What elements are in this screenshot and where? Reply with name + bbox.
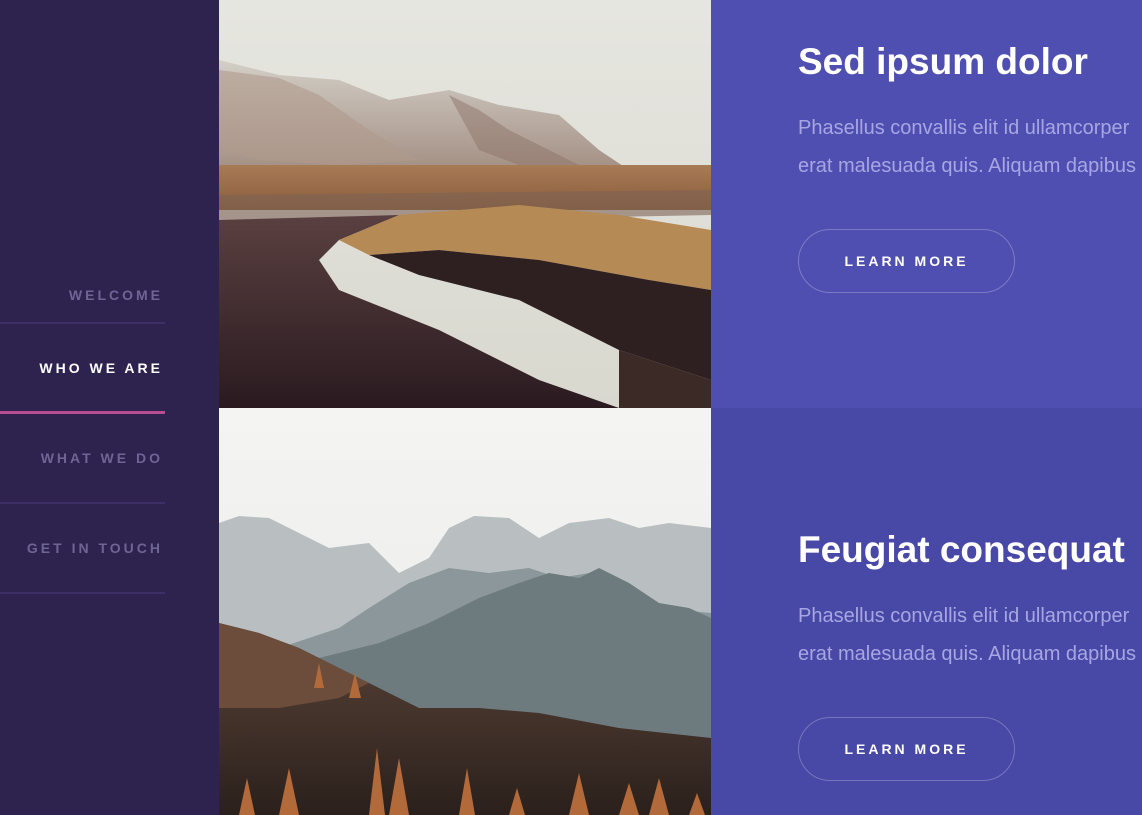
nav-item-label: GET IN TOUCH — [26, 540, 163, 556]
learn-more-button[interactable]: LEARN MORE — [798, 717, 1015, 781]
button-label: LEARN MORE — [844, 741, 969, 757]
sidebar: WELCOME WHO WE ARE WHAT WE DO GET IN TOU… — [0, 0, 219, 815]
button-label: LEARN MORE — [844, 253, 969, 269]
feature-content: Sed ipsum dolor Phasellus convallis elit… — [798, 0, 1142, 408]
sidebar-nav: WELCOME WHO WE ARE WHAT WE DO GET IN TOU… — [0, 262, 165, 594]
feature-section-1: Sed ipsum dolor Phasellus convallis elit… — [219, 0, 1142, 408]
section-title: Feugiat consequat — [798, 529, 1125, 570]
nav-item-label: WELCOME — [68, 287, 163, 303]
feature-content: Feugiat consequat Phasellus convallis el… — [798, 408, 1142, 815]
landscape-photo — [219, 0, 711, 408]
description-line: erat malesuada quis. Aliquam dapibus — [798, 643, 1136, 665]
feature-image-misty-mountains — [219, 408, 711, 815]
description-line: Phasellus convallis elit id ullamcorper — [798, 117, 1130, 139]
nav-item-get-in-touch[interactable]: GET IN TOUCH — [0, 504, 165, 594]
nav-item-label: WHAT WE DO — [40, 450, 163, 466]
nav-item-label: WHO WE ARE — [39, 359, 163, 376]
section-description: Phasellus convallis elit id ullamcorper … — [798, 109, 1142, 185]
feature-section-2: Feugiat consequat Phasellus convallis el… — [219, 408, 1142, 815]
learn-more-button[interactable]: LEARN MORE — [798, 229, 1015, 293]
landscape-photo — [219, 408, 711, 815]
feature-image-foggy-mountain — [219, 0, 711, 408]
section-title: Sed ipsum dolor — [798, 41, 1088, 82]
nav-item-who-we-are[interactable]: WHO WE ARE — [0, 324, 165, 414]
section-description: Phasellus convallis elit id ullamcorper … — [798, 597, 1142, 673]
description-line: erat malesuada quis. Aliquam dapibus — [798, 155, 1136, 177]
description-line: Phasellus convallis elit id ullamcorper — [798, 605, 1130, 627]
nav-item-welcome[interactable]: WELCOME — [0, 262, 165, 324]
nav-item-what-we-do[interactable]: WHAT WE DO — [0, 414, 165, 504]
